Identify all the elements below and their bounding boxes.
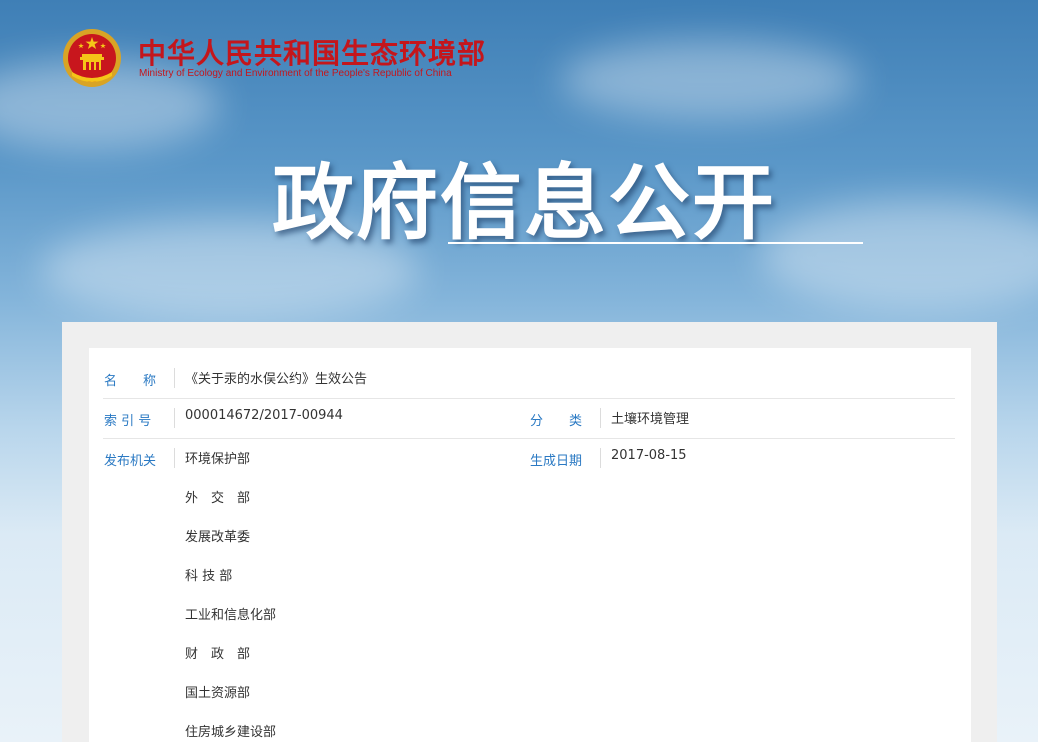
issuer-item: 住房城乡建设部 bbox=[185, 725, 277, 740]
index-label: 索 引 号 bbox=[104, 414, 152, 429]
index-row: 索 引 号 000014672/2017-00944 分 类 土壤环境管理 bbox=[103, 398, 955, 439]
header-banner: 中华人民共和国生态环境部 Ministry of Ecology and Env… bbox=[0, 0, 1038, 322]
issuer-item: 财 政 部 bbox=[185, 647, 251, 662]
page: 中华人民共和国生态环境部 Ministry of Ecology and Env… bbox=[0, 0, 1038, 742]
date-value: 2017-08-15 bbox=[611, 448, 687, 463]
name-label: 名 称 bbox=[104, 374, 157, 389]
divider bbox=[600, 408, 601, 428]
index-value: 000014672/2017-00944 bbox=[185, 408, 343, 423]
divider bbox=[600, 448, 601, 468]
org-name-en[interactable]: Ministry of Ecology and Environment of t… bbox=[139, 68, 452, 79]
issuer-item: 国土资源部 bbox=[185, 686, 251, 701]
divider bbox=[174, 408, 175, 428]
category-value: 土壤环境管理 bbox=[611, 412, 690, 427]
issuer-item: 发展改革委 bbox=[185, 530, 251, 545]
cloud-decoration bbox=[560, 40, 860, 120]
banner-divider bbox=[448, 242, 863, 244]
issuer-item: 环境保护部 bbox=[185, 452, 251, 467]
document-info-card: 名 称 《关于汞的水俣公约》生效公告 索 引 号 000014672/2017-… bbox=[89, 348, 971, 742]
issuer-item: 科 技 部 bbox=[185, 569, 233, 584]
cloud-decoration bbox=[760, 200, 1038, 310]
category-label: 分 类 bbox=[530, 414, 583, 429]
divider bbox=[174, 448, 175, 468]
banner-title: 政府信息公开 bbox=[272, 156, 777, 251]
divider bbox=[174, 368, 175, 388]
org-name-cn[interactable]: 中华人民共和国生态环境部 bbox=[138, 32, 486, 72]
date-label: 生成日期 bbox=[530, 454, 583, 469]
issuer-item: 工业和信息化部 bbox=[185, 608, 277, 623]
national-emblem-icon[interactable] bbox=[62, 28, 122, 88]
issuer-label: 发布机关 bbox=[104, 454, 157, 469]
name-row: 名 称 《关于汞的水俣公约》生效公告 bbox=[103, 358, 955, 399]
name-value: 《关于汞的水俣公约》生效公告 bbox=[185, 372, 368, 387]
issuer-item: 外 交 部 bbox=[185, 491, 251, 506]
